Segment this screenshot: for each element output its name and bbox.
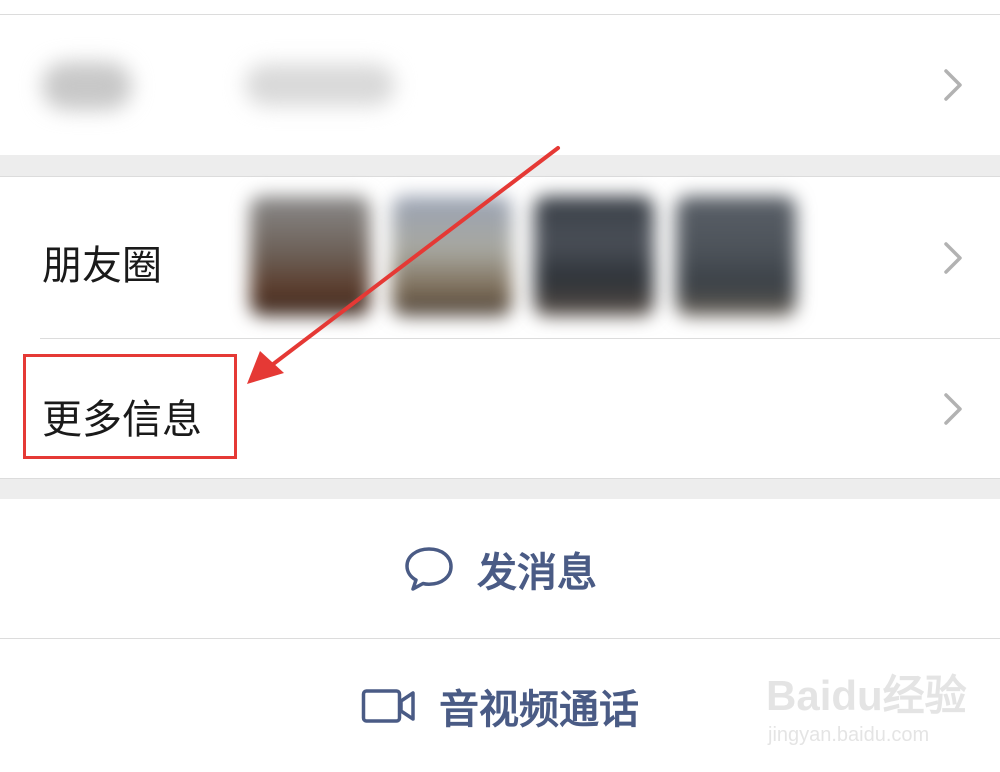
watermark-logo: Baidu经验 [766, 672, 967, 719]
annotation-arrow [247, 146, 560, 384]
baidu-watermark: Baidu经验 jingyan.baidu.com [766, 662, 981, 762]
watermark-url: jingyan.baidu.com [768, 724, 930, 746]
